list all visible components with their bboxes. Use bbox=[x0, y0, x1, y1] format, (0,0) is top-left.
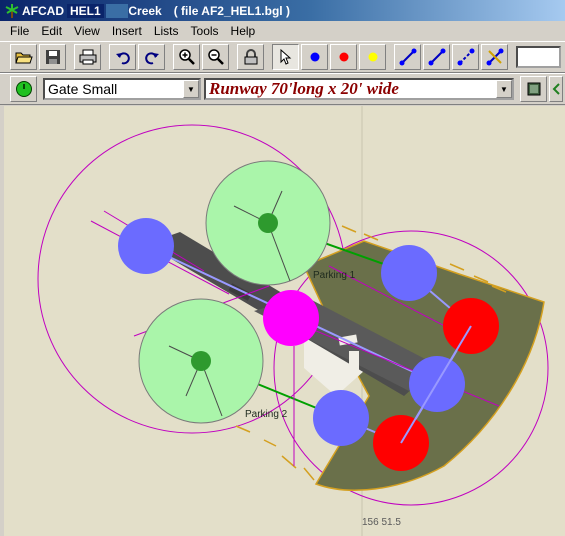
green-circle-icon bbox=[15, 81, 32, 97]
parking-label-2: Parking 2 bbox=[245, 409, 288, 420]
frame-icon bbox=[527, 82, 540, 96]
title-file: ( file AF2_HEL1.bgl ) bbox=[173, 3, 290, 18]
taxi-node-blue[interactable] bbox=[313, 390, 369, 446]
open-folder-icon bbox=[14, 52, 33, 64]
runway-marking bbox=[349, 351, 359, 371]
link-crossing-icon bbox=[486, 48, 503, 66]
link-blue-icon bbox=[399, 48, 416, 66]
arrow-left-icon bbox=[552, 83, 560, 95]
parking-type-value: Gate Small bbox=[48, 81, 118, 97]
title-part1: HEL1 bbox=[67, 3, 104, 18]
zoom-out-button[interactable] bbox=[202, 44, 229, 70]
menu-tools[interactable]: Tools bbox=[185, 22, 225, 40]
redo-button[interactable] bbox=[138, 44, 165, 70]
undo-button[interactable] bbox=[109, 44, 136, 70]
link-blue-alt-icon bbox=[428, 48, 445, 66]
coordinate-readout: 156 51.5 bbox=[362, 517, 401, 528]
zoom-in-icon bbox=[178, 49, 195, 65]
link-crossing-button[interactable] bbox=[481, 44, 508, 70]
link-blue-alt-button[interactable] bbox=[423, 44, 450, 70]
pointer-icon bbox=[280, 49, 291, 65]
app-name: AFCAD bbox=[22, 3, 64, 18]
map-canvas[interactable]: Parking 1 Parking 2 bbox=[4, 106, 565, 536]
chevron-down-icon[interactable]: ▼ bbox=[183, 80, 199, 98]
main-toolbar bbox=[0, 41, 565, 73]
parking-center-2[interactable] bbox=[191, 351, 211, 371]
parking-center-1[interactable] bbox=[258, 213, 278, 233]
green-status-button[interactable] bbox=[10, 76, 37, 102]
title-bar: AFCAD HEL1 Creek ( file AF2_HEL1.bgl ) bbox=[0, 0, 565, 21]
runway-desc-value: Runway 70'long x 20' wide bbox=[209, 79, 399, 98]
runway-select[interactable]: Runway 70'long x 20' wide ▼ bbox=[204, 78, 514, 100]
blue-node-button[interactable] bbox=[301, 44, 328, 70]
frame-button[interactable] bbox=[520, 76, 547, 102]
taxi-node-blue[interactable] bbox=[381, 245, 437, 301]
menu-lists[interactable]: Lists bbox=[148, 22, 185, 40]
red-node-icon bbox=[339, 52, 348, 62]
parking-label-1: Parking 1 bbox=[313, 270, 356, 281]
link-dashed-icon bbox=[457, 48, 474, 66]
open-button[interactable] bbox=[10, 44, 37, 70]
redo-icon bbox=[144, 52, 159, 65]
lock-icon bbox=[244, 49, 257, 65]
blue-node-icon bbox=[310, 52, 319, 62]
yellow-node-icon bbox=[368, 52, 377, 62]
print-icon bbox=[79, 49, 96, 65]
link-dashed-button[interactable] bbox=[452, 44, 479, 70]
red-node-button[interactable] bbox=[330, 44, 357, 70]
chevron-down-icon[interactable]: ▼ bbox=[496, 80, 512, 98]
menu-view[interactable]: View bbox=[68, 22, 106, 40]
print-button[interactable] bbox=[74, 44, 101, 70]
title-spacer bbox=[105, 3, 129, 18]
menu-help[interactable]: Help bbox=[225, 22, 262, 40]
menu-edit[interactable]: Edit bbox=[35, 22, 68, 40]
select-pointer-button[interactable] bbox=[272, 44, 299, 70]
menu-insert[interactable]: Insert bbox=[106, 22, 148, 40]
toolbar-input[interactable] bbox=[516, 46, 561, 68]
arrow-left-button[interactable] bbox=[549, 76, 563, 102]
save-button[interactable] bbox=[39, 44, 66, 70]
helipad[interactable] bbox=[263, 290, 319, 346]
zoom-out-icon bbox=[207, 49, 224, 65]
afcad-palm-icon bbox=[4, 3, 20, 19]
menu-file[interactable]: File bbox=[4, 22, 35, 40]
taxi-node-blue[interactable] bbox=[118, 218, 174, 274]
zoom-in-button[interactable] bbox=[173, 44, 200, 70]
link-blue-button[interactable] bbox=[394, 44, 421, 70]
menu-bar: File Edit View Insert Lists Tools Help bbox=[0, 21, 565, 41]
title-part2: Creek bbox=[128, 3, 162, 18]
save-icon bbox=[45, 50, 60, 64]
parking-toolbar: Gate Small ▼ Runway 70'long x 20' wide ▼ bbox=[0, 73, 565, 105]
lock-button[interactable] bbox=[237, 44, 264, 70]
afcad-window: AFCAD HEL1 Creek ( file AF2_HEL1.bgl ) F… bbox=[0, 0, 565, 536]
yellow-node-button[interactable] bbox=[359, 44, 386, 70]
parking-type-select[interactable]: Gate Small ▼ bbox=[43, 78, 201, 100]
undo-icon bbox=[115, 52, 130, 65]
airport-map[interactable]: Parking 1 Parking 2 156 51.5 bbox=[4, 106, 565, 536]
